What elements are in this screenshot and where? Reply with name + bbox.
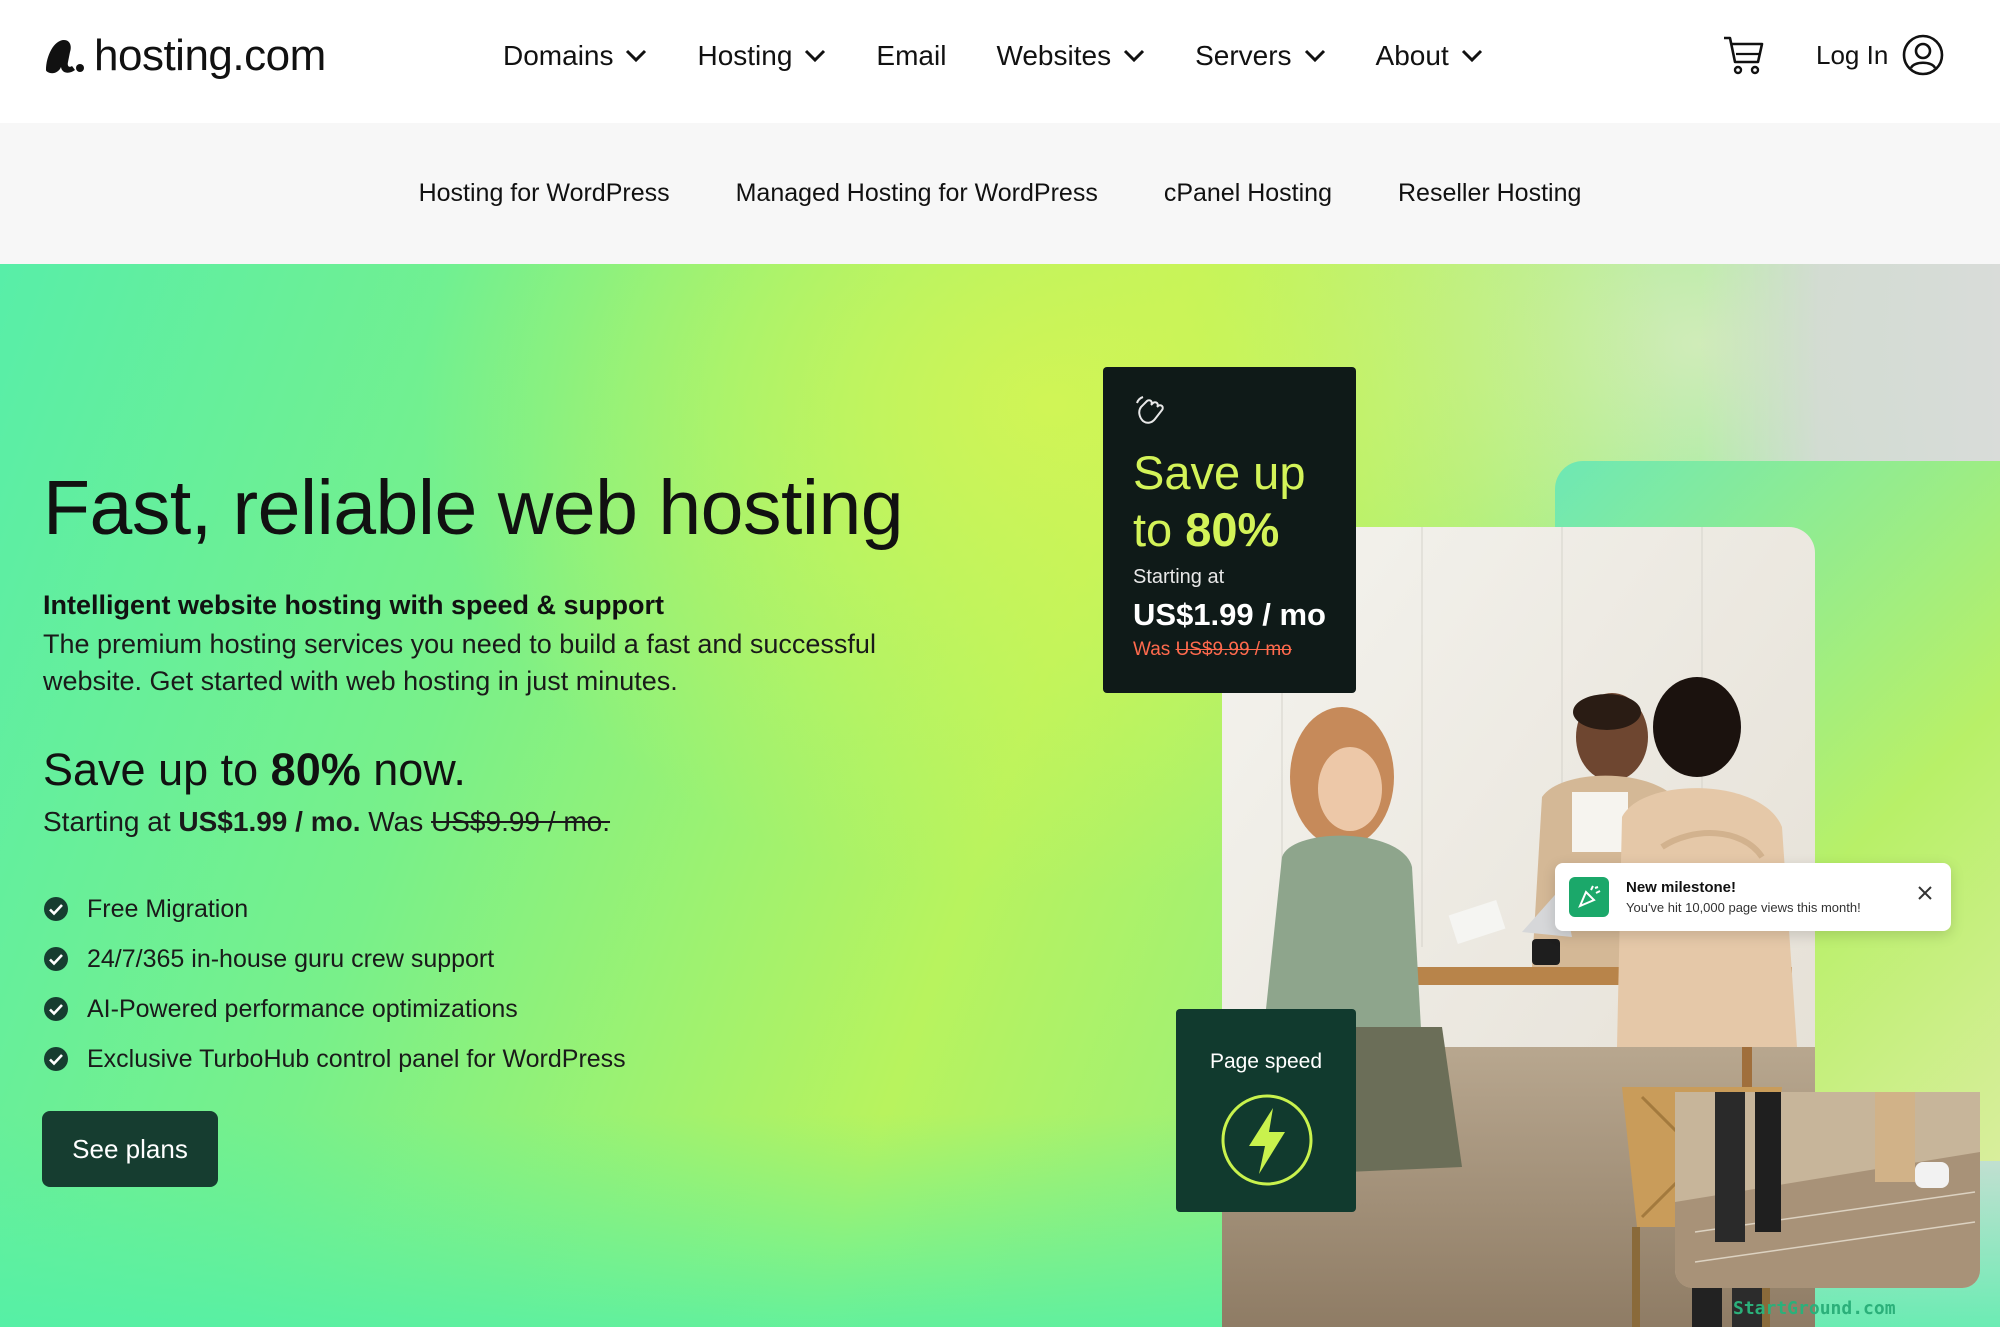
feature-item: Exclusive TurboHub control panel for Wor… bbox=[43, 1034, 626, 1084]
chevron-down-icon bbox=[626, 49, 647, 63]
site-logo[interactable]: hosting.com bbox=[42, 26, 326, 86]
promo-title-line1: Save up bbox=[1133, 446, 1306, 499]
subnav-item-wordpress[interactable]: Hosting for WordPress bbox=[419, 179, 670, 208]
starting-price: US$1.99 / mo. bbox=[178, 806, 361, 837]
user-circle-icon bbox=[1902, 34, 1944, 76]
promo-title-prefix: to bbox=[1133, 503, 1186, 556]
login-label: Log In bbox=[1816, 39, 1889, 70]
milestone-text: New milestone! You've hit 10,000 page vi… bbox=[1626, 879, 1861, 915]
logo-text: hosting.com bbox=[94, 31, 326, 80]
feature-label: Exclusive TurboHub control panel for Wor… bbox=[87, 1044, 626, 1073]
promo-title-line2: to 80% bbox=[1133, 501, 1326, 558]
milestone-title: New milestone! bbox=[1626, 879, 1737, 896]
save-percent: 80% bbox=[270, 744, 361, 795]
login-button[interactable]: Log In bbox=[1816, 34, 1944, 76]
nav-label: About bbox=[1375, 40, 1449, 71]
close-icon[interactable] bbox=[1917, 885, 1933, 901]
promo-was-price: US$9.99 / mo bbox=[1175, 639, 1292, 660]
starting-prefix: Starting at bbox=[43, 806, 179, 837]
nav-domains[interactable]: Domains bbox=[503, 34, 647, 78]
milestone-body: You've hit 10,000 page views this month! bbox=[1626, 900, 1861, 915]
check-circle-icon bbox=[44, 947, 68, 971]
page-speed-card: Page speed bbox=[1176, 1009, 1356, 1212]
page-speed-label: Page speed bbox=[1209, 1050, 1323, 1073]
chevron-down-icon bbox=[1461, 49, 1482, 63]
save-prefix: Save up to bbox=[43, 744, 271, 795]
promo-price: US$1.99 / mo bbox=[1133, 597, 1326, 632]
office-floor-image bbox=[1675, 1092, 1980, 1288]
feature-item: 24/7/365 in-house guru crew support bbox=[43, 934, 626, 984]
hosting-subnav: Hosting for WordPress Managed Hosting fo… bbox=[0, 123, 2000, 264]
nav-label: Hosting bbox=[697, 40, 793, 71]
hero-save-heading: Save up to 80% now. bbox=[43, 744, 466, 796]
feature-label: 24/7/365 in-house guru crew support bbox=[87, 944, 495, 973]
hero-subtitle-bold: Intelligent website hosting with speed &… bbox=[43, 590, 665, 620]
was-label: Was bbox=[360, 806, 432, 837]
subnav-item-cpanel[interactable]: cPanel Hosting bbox=[1164, 179, 1332, 208]
check-circle-icon bbox=[44, 997, 68, 1021]
promo-title: Save up to 80% bbox=[1133, 444, 1326, 558]
was-price: US$9.99 / mo. bbox=[431, 806, 611, 837]
nav-label: Websites bbox=[996, 40, 1112, 71]
chevron-down-icon bbox=[1304, 49, 1325, 63]
chevron-down-icon bbox=[805, 49, 826, 63]
nav-label: Servers bbox=[1195, 40, 1292, 71]
feature-item: Free Migration bbox=[43, 884, 626, 934]
promo-starting-label: Starting at bbox=[1133, 566, 1225, 588]
promo-was-line: Was US$9.99 / mo bbox=[1133, 639, 1326, 661]
subnav-item-reseller[interactable]: Reseller Hosting bbox=[1398, 179, 1581, 208]
nav-email[interactable]: Email bbox=[876, 34, 946, 78]
see-plans-button[interactable]: See plans bbox=[42, 1111, 218, 1187]
promo-title-percent: 80% bbox=[1185, 503, 1280, 556]
check-circle-icon bbox=[44, 1047, 68, 1071]
main-nav: Domains Hosting Email Websites Servers A… bbox=[503, 34, 1533, 78]
logo-mark-icon bbox=[46, 40, 84, 74]
milestone-toast: New milestone! You've hit 10,000 page vi… bbox=[1555, 863, 1951, 931]
feature-label: AI-Powered performance optimizations bbox=[87, 994, 518, 1023]
nav-websites[interactable]: Websites bbox=[996, 34, 1145, 78]
check-circle-icon bbox=[44, 897, 68, 921]
feature-label: Free Migration bbox=[87, 894, 249, 923]
party-popper-icon bbox=[1569, 877, 1609, 917]
nav-hosting[interactable]: Hosting bbox=[697, 34, 826, 78]
chevron-down-icon bbox=[1124, 49, 1145, 63]
feature-list: Free Migration 24/7/365 in-house guru cr… bbox=[43, 884, 626, 1084]
save-suffix: now. bbox=[360, 744, 466, 795]
hero-pricing-line: Starting at US$1.99 / mo. Was US$9.99 / … bbox=[43, 806, 610, 838]
promo-was-label: Was bbox=[1133, 639, 1176, 660]
top-header: hosting.com Domains Hosting Email Websit… bbox=[0, 0, 2000, 123]
lightning-bolt-icon bbox=[1221, 1094, 1313, 1186]
nav-label: Domains bbox=[503, 40, 614, 71]
hero-subtitle-text: The premium hosting services you need to… bbox=[43, 629, 876, 696]
promo-card: Save up to 80% Starting at US$1.99 / mo … bbox=[1103, 367, 1356, 693]
subnav-item-managed-wordpress[interactable]: Managed Hosting for WordPress bbox=[736, 179, 1098, 208]
photo-crop-bottom bbox=[1675, 1092, 1980, 1288]
feature-item: AI-Powered performance optimizations bbox=[43, 984, 626, 1034]
hero-title: Fast, reliable web hosting bbox=[43, 465, 904, 551]
nav-about[interactable]: About bbox=[1376, 34, 1483, 78]
waving-hand-icon bbox=[1136, 396, 1164, 424]
nav-servers[interactable]: Servers bbox=[1195, 34, 1325, 78]
hero-section: Fast, reliable web hosting Intelligent w… bbox=[0, 264, 2000, 1327]
watermark-text: StartGround.com bbox=[1733, 1298, 1896, 1319]
nav-label: Email bbox=[876, 40, 947, 71]
cart-icon[interactable] bbox=[1722, 34, 1766, 76]
